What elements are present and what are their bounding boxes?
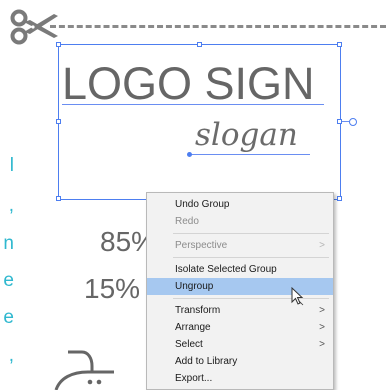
- context-menu: Undo Group Redo Perspective > Isolate Se…: [146, 192, 334, 390]
- submenu-arrow-icon: >: [319, 339, 325, 350]
- menu-separator: [173, 233, 329, 234]
- side-text-line-4: e: [3, 270, 14, 291]
- selection-bounding-box[interactable]: [56, 42, 342, 201]
- menu-item-redo: Redo: [147, 213, 333, 230]
- mouse-pointer-icon: [291, 287, 304, 306]
- handle-top-right[interactable]: [337, 42, 342, 47]
- handle-top-left[interactable]: [56, 42, 61, 47]
- handle-bottom-left[interactable]: [56, 196, 61, 201]
- menu-item-ungroup[interactable]: Ungroup: [147, 278, 333, 295]
- iron-icon: [54, 350, 114, 390]
- menu-separator: [173, 298, 329, 299]
- side-text-line-3: n: [3, 233, 14, 254]
- submenu-arrow-icon: >: [319, 240, 325, 251]
- menu-item-label: Add to Library: [175, 356, 238, 367]
- scissors-icon: [10, 9, 58, 45]
- menu-item-label: Transform: [175, 305, 221, 316]
- handle-middle-right[interactable]: [337, 119, 342, 124]
- artboard: LOGO SIGN slogan l , n e e , 85% 15% Und…: [0, 0, 386, 390]
- menu-item-transform[interactable]: Transform >: [147, 302, 333, 319]
- menu-item-add-to-library[interactable]: Add to Library: [147, 353, 333, 370]
- menu-item-perspective: Perspective >: [147, 237, 333, 254]
- side-text-line-6: ,: [8, 345, 14, 366]
- menu-item-label: Select: [175, 339, 203, 350]
- menu-item-label: Perspective: [175, 240, 228, 251]
- menu-item-label: Export...: [175, 373, 213, 384]
- dashed-cut-line: [50, 25, 386, 28]
- menu-item-label: Arrange: [175, 322, 211, 333]
- menu-item-label: Undo Group: [175, 199, 230, 210]
- handle-bottom-right[interactable]: [337, 196, 342, 201]
- rotate-handle-icon[interactable]: [348, 117, 358, 127]
- menu-item-export[interactable]: Export...: [147, 370, 333, 387]
- menu-item-arrange[interactable]: Arrange >: [147, 319, 333, 336]
- anchor-point-icon: [187, 152, 192, 157]
- handle-top-middle[interactable]: [197, 42, 202, 47]
- submenu-arrow-icon: >: [319, 322, 325, 333]
- menu-item-undo-group[interactable]: Undo Group: [147, 196, 333, 213]
- side-text-line-2: ,: [8, 195, 14, 216]
- percent-value-2: 15%: [84, 273, 141, 304]
- menu-item-label: Ungroup: [175, 281, 214, 292]
- submenu-arrow-icon: >: [319, 305, 325, 316]
- menu-item-label: Redo: [175, 216, 199, 227]
- handle-middle-left[interactable]: [56, 119, 61, 124]
- side-text-line-5: e: [3, 307, 14, 328]
- menu-item-select[interactable]: Select >: [147, 336, 333, 353]
- menu-separator: [173, 257, 329, 258]
- side-text-line-1: l: [9, 155, 14, 176]
- menu-item-label: Isolate Selected Group: [175, 264, 277, 275]
- menu-item-isolate-selected-group[interactable]: Isolate Selected Group: [147, 261, 333, 278]
